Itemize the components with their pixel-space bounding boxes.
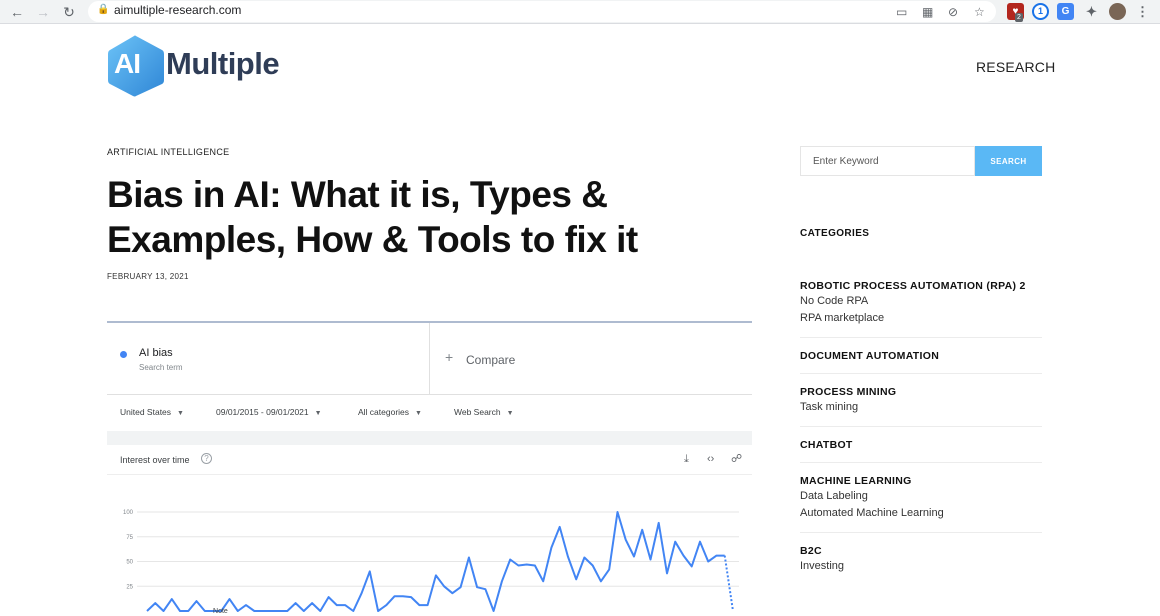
plus-icon: + [445,349,454,365]
password-manager-icon[interactable]: 1 [1032,3,1049,20]
subcategory-link[interactable]: Task mining [800,399,1042,416]
download-icon[interactable]: ⤓ [684,453,689,465]
share-icon[interactable]: ☍ [731,453,742,465]
nav-research-link[interactable]: RESEARCH [976,59,1055,75]
region-filter[interactable]: United States ▼ [120,407,184,417]
qr-code-icon[interactable]: ▦ [922,5,933,19]
category-link[interactable]: B2C [800,544,1042,558]
compare-button[interactable]: + Compare [430,323,752,395]
help-icon[interactable]: ? [201,453,212,464]
chart-note-label: Note [213,608,228,615]
cast-icon[interactable]: ▭ [896,5,907,19]
site-logo[interactable]: AI Multiple [106,34,286,98]
translate-icon[interactable]: G [1057,3,1074,20]
back-icon[interactable]: ← [8,3,26,21]
browser-toolbar: ← → ↻ 🔒 aimultiple-research.com ▭ ▦ ⊘ ☆ … [0,0,1160,24]
eye-off-icon[interactable]: ⊘ [948,5,958,19]
interest-card-header: Interest over time ? ⤓ ‹› ☍ [107,445,752,475]
lock-icon: 🔒 [97,4,110,15]
extension-badge: 2 [1015,13,1023,22]
bookmark-star-icon[interactable]: ☆ [974,5,985,19]
category-link[interactable]: CHATBOT [800,438,1042,452]
y-tick-label: 25 [126,584,133,590]
address-bar[interactable]: 🔒 aimultiple-research.com ▭ ▦ ⊘ ☆ [88,1,996,22]
logo-multiple-text: Multiple [166,46,280,81]
categories-heading: CATEGORIES [800,228,870,239]
search-term-card[interactable]: AI bias Search term [107,323,430,395]
date-range-label: 09/01/2015 - 09/01/2021 [216,407,309,417]
reload-icon[interactable]: ↻ [60,3,78,21]
profile-avatar[interactable] [1109,3,1126,20]
category-item: B2C Investing [800,544,1042,585]
y-tick-label: 75 [126,535,133,541]
y-tick-label: 100 [123,510,134,516]
categories-list: ROBOTIC PROCESS AUTOMATION (RPA) 2 No Cod… [800,279,1042,596]
chevron-down-icon: ▼ [506,410,514,417]
embed-divider [107,431,752,445]
category-filter[interactable]: All categories ▼ [358,407,422,417]
subcategory-link[interactable]: RPA marketplace [800,310,1042,327]
category-link[interactable]: PROCESS MINING [800,385,1042,399]
interest-card-title: Interest over time [120,455,190,465]
search-type-filter[interactable]: Web Search ▼ [454,407,514,417]
url-text: aimultiple-research.com [114,3,242,17]
article-date: FEBRUARY 13, 2021 [107,272,189,281]
subcategory-link[interactable]: Automated Machine Learning [800,505,1042,522]
category-item: MACHINE LEARNING Data Labeling Automated M… [800,474,1042,533]
search-button[interactable]: SEARCH [975,146,1042,176]
region-filter-label: United States [120,407,172,417]
interest-over-time-chart: 25 50 75 100 Note [123,510,739,615]
article-title: Bias in AI: What it is, Types & Examples… [107,174,638,260]
keyword-search-input[interactable] [800,146,975,176]
subcategory-link[interactable]: Data Labeling [800,488,1042,505]
chevron-down-icon: ▼ [415,410,422,417]
category-link[interactable]: ROBOTIC PROCESS AUTOMATION (RPA) 2 [800,279,1042,293]
subcategory-link[interactable]: No Code RPA [800,293,1042,310]
chevron-down-icon: ▼ [314,410,322,417]
compare-label: Compare [466,353,516,367]
category-item: PROCESS MINING Task mining [800,385,1042,427]
trends-filters: United States ▼ 09/01/2015 - 09/01/2021 ▼ … [107,395,752,431]
category-item: DOCUMENT AUTOMATION [800,349,1042,374]
category-filter-label: All categories [358,407,410,417]
search-term-caption: Search term [139,363,183,372]
subcategory-link[interactable]: Investing [800,558,1042,575]
chevron-down-icon: ▼ [177,410,184,417]
menu-kebab-icon[interactable]: ⋮ [1134,3,1151,20]
search-term-name: AI bias [139,347,173,359]
extensions-puzzle-icon[interactable]: ✦ [1083,3,1100,20]
category-link[interactable]: MACHINE LEARNING [800,474,1042,488]
series-color-dot [120,351,127,358]
article-category[interactable]: ARTIFICIAL INTELLIGENCE [107,147,229,157]
forward-icon[interactable]: → [34,3,52,21]
trends-embed: AI bias Search term + Compare United Sta… [107,321,752,616]
logo-ai-text: AI [114,48,141,79]
embed-code-icon[interactable]: ‹› [707,453,714,465]
category-item: CHATBOT [800,438,1042,463]
date-range-filter[interactable]: 09/01/2015 - 09/01/2021 ▼ [216,407,322,417]
search-type-label: Web Search [454,407,501,417]
category-item: ROBOTIC PROCESS AUTOMATION (RPA) 2 No Cod… [800,279,1042,338]
y-tick-label: 50 [126,560,133,566]
series-partial-data-line [723,555,734,612]
category-link[interactable]: DOCUMENT AUTOMATION [800,349,1042,363]
